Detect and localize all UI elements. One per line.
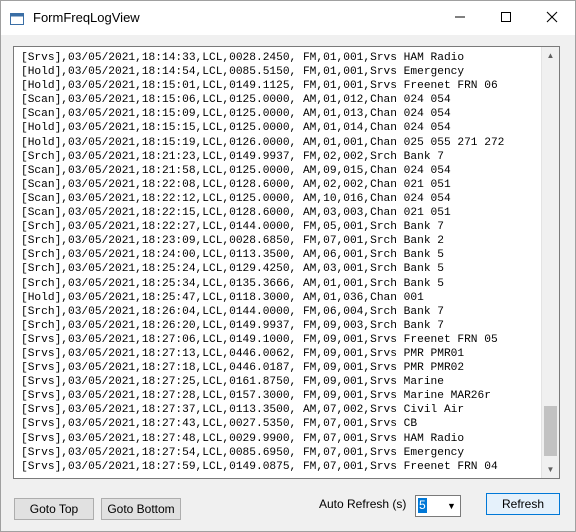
log-line[interactable]: [Srvs],03/05/2021,18:27:06,LCL,0149.1000…	[21, 333, 504, 347]
log-line[interactable]: [Scan],03/05/2021,18:22:15,LCL,0128.6000…	[21, 206, 504, 220]
scrollbar-thumb[interactable]	[544, 406, 557, 456]
log-line[interactable]: [Srch],03/05/2021,18:25:34,LCL,0135.3666…	[21, 277, 504, 291]
close-button[interactable]	[529, 1, 575, 35]
log-line[interactable]: [Srvs],03/05/2021,18:27:48,LCL,0029.9900…	[21, 432, 504, 446]
close-icon	[546, 10, 558, 27]
title-bar[interactable]: FormFreqLogView	[1, 1, 575, 35]
minimize-icon	[454, 10, 466, 27]
log-line[interactable]: [Srvs],03/05/2021,18:27:18,LCL,0446.0187…	[21, 361, 504, 375]
log-line[interactable]: [Srch],03/05/2021,18:22:27,LCL,0144.0000…	[21, 220, 504, 234]
app-icon	[10, 12, 24, 25]
goto-bottom-button[interactable]: Goto Bottom	[101, 498, 181, 520]
log-line[interactable]: [Srch],03/05/2021,18:23:09,LCL,0028.6850…	[21, 234, 504, 248]
chevron-down-icon[interactable]: ▼	[443, 496, 460, 516]
log-line[interactable]: [Srch],03/05/2021,18:25:24,LCL,0129.4250…	[21, 262, 504, 276]
auto-refresh-select[interactable]: 5 ▼	[415, 495, 461, 517]
log-line[interactable]: [Hold],03/05/2021,18:14:54,LCL,0085.5150…	[21, 65, 504, 79]
log-line[interactable]: [Srch],03/05/2021,18:26:20,LCL,0149.9937…	[21, 319, 504, 333]
vertical-scrollbar[interactable]: ▲ ▼	[541, 47, 559, 478]
log-line[interactable]: [Scan],03/05/2021,18:21:58,LCL,0125.0000…	[21, 164, 504, 178]
log-line[interactable]: [Scan],03/05/2021,18:15:09,LCL,0125.0000…	[21, 107, 504, 121]
log-line[interactable]: [Hold],03/05/2021,18:25:47,LCL,0118.3000…	[21, 291, 504, 305]
minimize-button[interactable]	[437, 1, 483, 35]
log-line[interactable]: [Scan],03/05/2021,18:22:08,LCL,0128.6000…	[21, 178, 504, 192]
log-line[interactable]: [Srvs],03/05/2021,18:27:37,LCL,0113.3500…	[21, 403, 504, 417]
goto-top-button[interactable]: Goto Top	[14, 498, 94, 520]
log-line[interactable]: [Srvs],03/05/2021,18:27:25,LCL,0161.8750…	[21, 375, 504, 389]
log-line[interactable]: [Srvs],03/05/2021,18:27:13,LCL,0446.0062…	[21, 347, 504, 361]
auto-refresh-value: 5	[418, 498, 427, 513]
log-line[interactable]: [Scan],03/05/2021,18:15:06,LCL,0125.0000…	[21, 93, 504, 107]
log-line[interactable]: [Scan],03/05/2021,18:22:12,LCL,0125.0000…	[21, 192, 504, 206]
frequency-log-list[interactable]: [Srvs],03/05/2021,18:14:33,LCL,0028.2450…	[13, 46, 560, 479]
log-line[interactable]: [Hold],03/05/2021,18:15:19,LCL,0126.0000…	[21, 136, 504, 150]
log-line[interactable]: [Srch],03/05/2021,18:24:00,LCL,0113.3500…	[21, 248, 504, 262]
log-lines: [Srvs],03/05/2021,18:14:33,LCL,0028.2450…	[21, 51, 504, 474]
scroll-up-arrow-icon[interactable]: ▲	[542, 47, 559, 64]
log-line[interactable]: [Srch],03/05/2021,18:26:04,LCL,0144.0000…	[21, 305, 504, 319]
refresh-button[interactable]: Refresh	[486, 493, 560, 515]
window-title: FormFreqLogView	[33, 10, 140, 25]
log-line[interactable]: [Srvs],03/05/2021,18:27:28,LCL,0157.3000…	[21, 389, 504, 403]
log-line[interactable]: [Srvs],03/05/2021,18:27:43,LCL,0027.5350…	[21, 417, 504, 431]
maximize-icon	[500, 10, 512, 27]
log-line[interactable]: [Srvs],03/05/2021,18:27:54,LCL,0085.6950…	[21, 446, 504, 460]
log-line[interactable]: [Hold],03/05/2021,18:15:15,LCL,0125.0000…	[21, 121, 504, 135]
log-line[interactable]: [Hold],03/05/2021,18:15:01,LCL,0149.1125…	[21, 79, 504, 93]
maximize-button[interactable]	[483, 1, 529, 35]
auto-refresh-label: Auto Refresh (s)	[319, 497, 407, 511]
app-window: FormFreqLogView [Srvs],03/05/2021,18:14:…	[0, 0, 576, 532]
log-line[interactable]: [Srvs],03/05/2021,18:27:59,LCL,0149.0875…	[21, 460, 504, 474]
scroll-down-arrow-icon[interactable]: ▼	[542, 461, 559, 478]
log-line[interactable]: [Srch],03/05/2021,18:21:23,LCL,0149.9937…	[21, 150, 504, 164]
log-line[interactable]: [Srvs],03/05/2021,18:14:33,LCL,0028.2450…	[21, 51, 504, 65]
